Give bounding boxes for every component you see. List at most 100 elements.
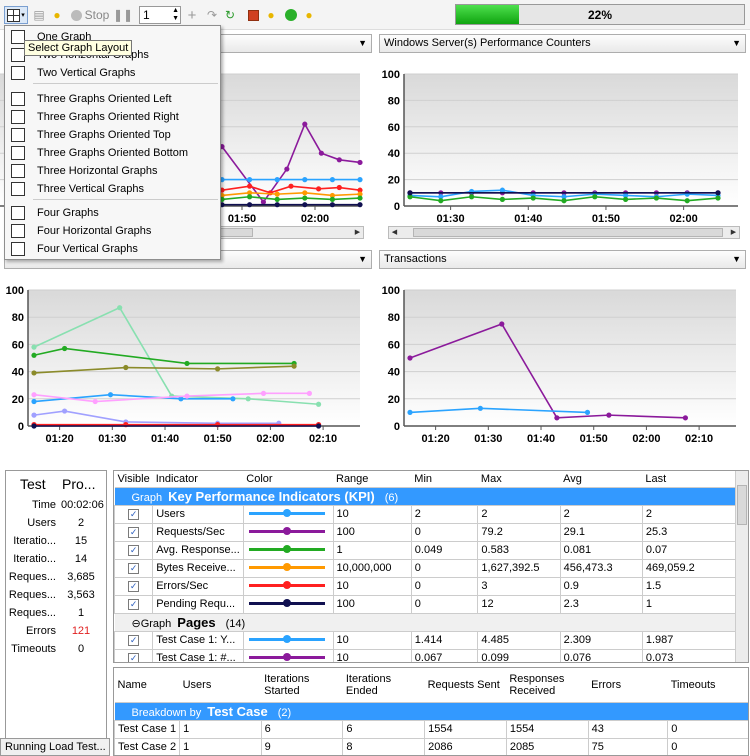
table-view-button[interactable]: ▤ — [32, 6, 46, 24]
lightbulb-icon[interactable]: ● — [50, 6, 64, 24]
column-header[interactable]: Avg — [560, 471, 643, 488]
visible-checkbox[interactable]: ✓ — [128, 653, 140, 662]
menu-item-three-vertical[interactable]: Three Vertical Graphs — [5, 180, 220, 198]
menu-item-three-right[interactable]: Three Graphs Oriented Right — [5, 108, 220, 126]
group-row[interactable]: ⊖Graph Pages (14) — [114, 613, 736, 631]
visible-checkbox[interactable]: ✓ — [128, 599, 140, 610]
graph-layout-menu: One GraphTwo Horizontal GraphsTwo Vertic… — [4, 25, 221, 260]
y-tick-label: 0 — [18, 421, 24, 433]
lightbulb-icon-2[interactable]: ● — [264, 6, 278, 24]
menu-item-two-vertical[interactable]: Two Vertical Graphs — [5, 64, 220, 82]
column-header[interactable]: Errors — [588, 668, 668, 703]
indicator-min: 0.067 — [410, 648, 479, 662]
indicator-min: 0.049 — [410, 540, 479, 560]
menu-item-label: Three Vertical Graphs — [37, 183, 144, 195]
column-header[interactable]: Name — [114, 668, 180, 703]
status-bar: Running Load Test... — [0, 738, 110, 756]
visible-checkbox[interactable]: ✓ — [128, 545, 140, 556]
column-header[interactable]: Max — [477, 471, 561, 488]
go-button[interactable] — [284, 6, 298, 24]
redirect-button[interactable]: ↷ — [205, 6, 219, 24]
column-header[interactable]: Iterations Ended — [342, 668, 425, 703]
stop-button[interactable]: Stop — [68, 6, 112, 24]
indicator-row[interactable]: ✓ Avg. Response... 1 0.049 0.583 0.081 0.07 — [114, 540, 737, 560]
menu-item-four-horizontal[interactable]: Four Horizontal Graphs — [5, 222, 220, 240]
pause-button[interactable]: ❚❚ — [113, 6, 133, 24]
indicator-row[interactable]: ✓ Requests/Sec 100 0 79.2 29.1 25.3 — [114, 522, 737, 542]
color-swatch[interactable] — [247, 509, 327, 519]
column-header[interactable]: Last — [642, 471, 736, 488]
menu-item-three-horizontal[interactable]: Three Horizontal Graphs — [5, 162, 220, 180]
stat-row: Iteratio... 15 — [6, 535, 106, 553]
column-header[interactable]: Visible — [114, 471, 153, 488]
report-button[interactable] — [246, 6, 260, 24]
column-header[interactable]: Timeouts — [667, 668, 748, 703]
visible-checkbox[interactable]: ✓ — [128, 527, 140, 538]
graph-panel-bottom-right: Transactions ▼ 0 20 40 60 80 100 01:20 01:30 01:4… — [376, 248, 750, 458]
iterations-stepper[interactable]: 1 ▲ ▼ — [139, 6, 181, 24]
data-point — [31, 392, 37, 398]
color-swatch[interactable] — [247, 527, 327, 537]
lightbulb-icon-3[interactable]: ● — [302, 6, 316, 24]
column-header[interactable]: Range — [333, 471, 412, 488]
group-prefix: Graph — [131, 491, 163, 504]
data-point — [31, 398, 37, 405]
y-tick-label: 40 — [388, 367, 400, 379]
chart-top-right: 0 20 40 60 80 100 01:30 01:40 01:50 02:00 — [382, 69, 738, 225]
vertical-scrollbar[interactable] — [735, 471, 748, 662]
horizontal-scrollbar[interactable]: ◀ ▶ — [388, 226, 740, 239]
column-header[interactable]: Responses Received — [506, 668, 589, 703]
indicator-name: Avg. Response... — [152, 540, 244, 560]
color-swatch[interactable] — [247, 653, 327, 662]
color-swatch[interactable] — [247, 599, 327, 609]
breakdown-row[interactable]: Test Case 2 1 9 8 2086 2085 75 0 — [114, 737, 748, 755]
group-row[interactable]: Breakdown by Test Case (2) — [114, 702, 748, 720]
indicator-name: Bytes Receive... — [152, 558, 244, 578]
color-swatch[interactable] — [247, 581, 327, 591]
indicator-name: Pending Requ... — [152, 594, 244, 614]
data-point — [357, 202, 363, 208]
column-header[interactable]: Min — [411, 471, 478, 488]
graph-layout-button[interactable]: ▾ — [4, 6, 28, 24]
data-point — [62, 345, 68, 352]
menu-item-three-left[interactable]: Three Graphs Oriented Left — [5, 90, 220, 108]
graph-selector-bottom-right[interactable]: Transactions ▼ — [379, 250, 746, 269]
indicator-row[interactable]: ✓ Bytes Receive... 10,000,000 0 1,627,392.5 4… — [114, 558, 737, 578]
column-header[interactable]: Indicator — [152, 471, 244, 488]
menu-separator — [33, 83, 218, 84]
color-swatch[interactable] — [247, 545, 327, 555]
column-header[interactable]: Color — [243, 471, 333, 488]
breakdown-row[interactable]: Test Case 1 1 6 6 1554 1554 43 0 — [114, 719, 748, 739]
color-swatch[interactable] — [247, 563, 327, 573]
indicator-row[interactable]: ✓ Errors/Sec 10 0 3 0.9 1.5 — [114, 576, 737, 596]
column-header[interactable]: Users — [179, 668, 262, 703]
progress-label: 22% — [587, 8, 613, 22]
data-point — [274, 177, 280, 183]
menu-item-four-graphs[interactable]: Four Graphs — [5, 204, 220, 222]
indicator-last: 25.3 — [641, 522, 737, 542]
data-point — [623, 196, 629, 202]
indicator-row[interactable]: ✓ Users 10 2 2 2 2 — [114, 504, 737, 524]
menu-item-three-bottom[interactable]: Three Graphs Oriented Bottom — [5, 144, 220, 162]
x-tick-label: 01:50 — [580, 433, 608, 444]
column-header[interactable]: Requests Sent — [424, 668, 507, 703]
menu-item-four-vertical[interactable]: Four Vertical Graphs — [5, 240, 220, 258]
menu-item-three-top[interactable]: Three Graphs Oriented Top — [5, 126, 220, 144]
indicator-row[interactable]: ✓ Test Case 1: #... 10 0.067 0.099 0.076 0.073 — [114, 648, 737, 662]
indicator-row[interactable]: ✓ Pending Requ... 100 0 12 2.3 1 — [114, 594, 737, 614]
x-tick-label: 02:00 — [256, 433, 284, 444]
indicator-row[interactable]: ✓ Test Case 1: Y... 10 1.414 4.485 2.309 1.987 — [114, 630, 737, 650]
visible-checkbox[interactable]: ✓ — [128, 563, 140, 574]
add-button[interactable]: + — [185, 6, 199, 24]
visible-checkbox[interactable]: ✓ — [128, 635, 140, 646]
visible-checkbox[interactable]: ✓ — [128, 509, 140, 520]
graph-selector-top-right[interactable]: Windows Server(s) Performance Counters ▼ — [379, 34, 746, 53]
color-swatch[interactable] — [247, 635, 327, 645]
stat-row: Reques... 1 — [6, 607, 106, 625]
group-row[interactable]: Graph Key Performance Indicators (KPI) (6) — [114, 487, 736, 505]
three-top-icon — [11, 128, 25, 142]
data-point — [316, 186, 322, 192]
refresh-button[interactable]: ↻ — [222, 6, 238, 24]
visible-checkbox[interactable]: ✓ — [128, 581, 140, 592]
column-header[interactable]: Iterations Started — [261, 668, 343, 703]
